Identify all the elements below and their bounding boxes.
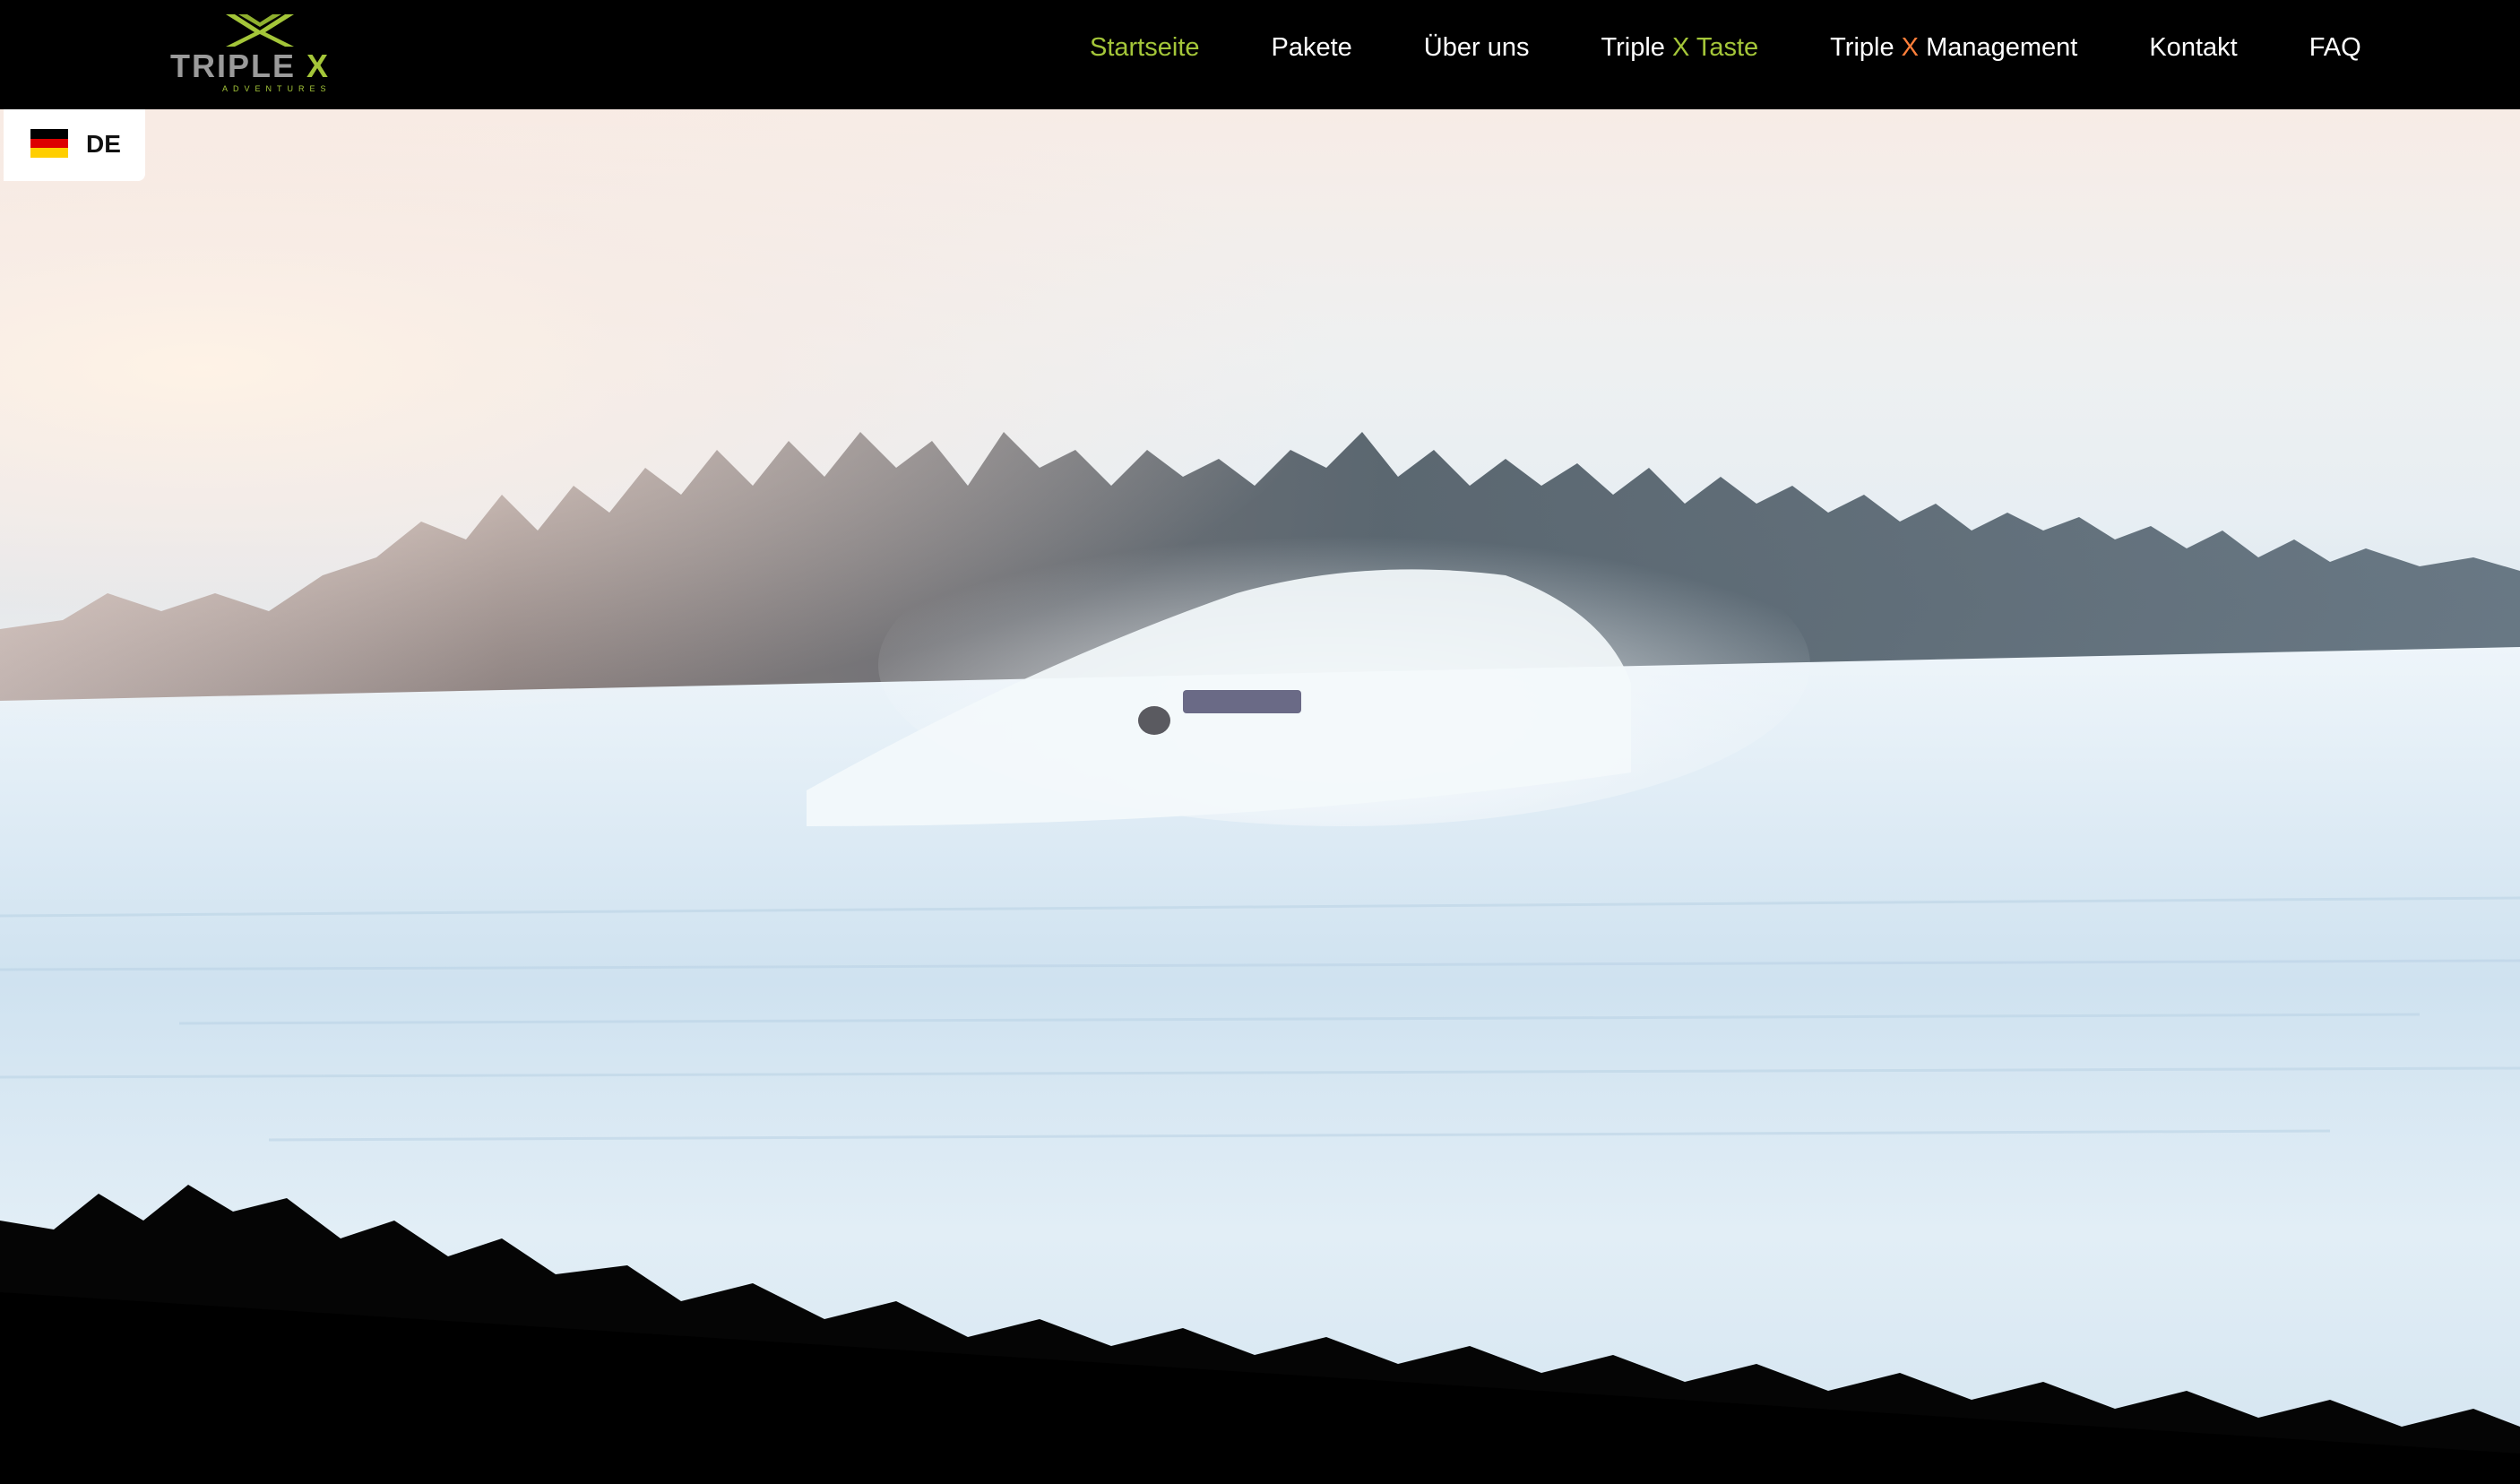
nav-item-triple-x-management[interactable]: Triple X Management <box>1830 32 2077 63</box>
main-nav: Startseite Pakete Über uns Triple X Tast… <box>1090 32 2361 63</box>
language-switcher[interactable]: DE <box>4 109 145 181</box>
nav-item-label-x: X <box>1901 33 1920 62</box>
triple-x-logo-icon <box>226 14 294 47</box>
hero-video <box>0 109 2520 1484</box>
nav-item-pakete[interactable]: Pakete <box>1272 32 1352 63</box>
logo-wordmark: TRIPLE X <box>170 50 330 82</box>
nav-item-label-x: X <box>1671 33 1690 62</box>
logo-word-triple: TRIPLE <box>170 47 297 84</box>
nav-item-faq[interactable]: FAQ <box>2309 32 2361 63</box>
top-navbar: TRIPLE X ADVENTURES Startseite Pakete Üb… <box>0 0 2520 109</box>
nav-item-startseite[interactable]: Startseite <box>1090 32 1200 63</box>
nav-item-label-prefix: Triple <box>1601 33 1672 62</box>
language-code: DE <box>86 130 121 158</box>
hero-snow-scene <box>0 109 2520 1484</box>
logo-subtitle: ADVENTURES <box>222 84 332 93</box>
germany-flag-icon <box>30 129 68 158</box>
nav-item-kontakt[interactable]: Kontakt <box>2149 32 2237 63</box>
nav-item-label-suffix: Management <box>1919 33 2078 62</box>
nav-item-triple-x-taste[interactable]: Triple X Taste <box>1601 32 1758 63</box>
site-logo[interactable]: TRIPLE X ADVENTURES <box>170 14 353 93</box>
logo-word-x: X <box>306 47 331 84</box>
nav-item-ueber-uns[interactable]: Über uns <box>1424 32 1530 63</box>
nav-item-label-suffix: Taste <box>1689 33 1759 62</box>
nav-item-label-prefix: Triple <box>1830 33 1902 62</box>
